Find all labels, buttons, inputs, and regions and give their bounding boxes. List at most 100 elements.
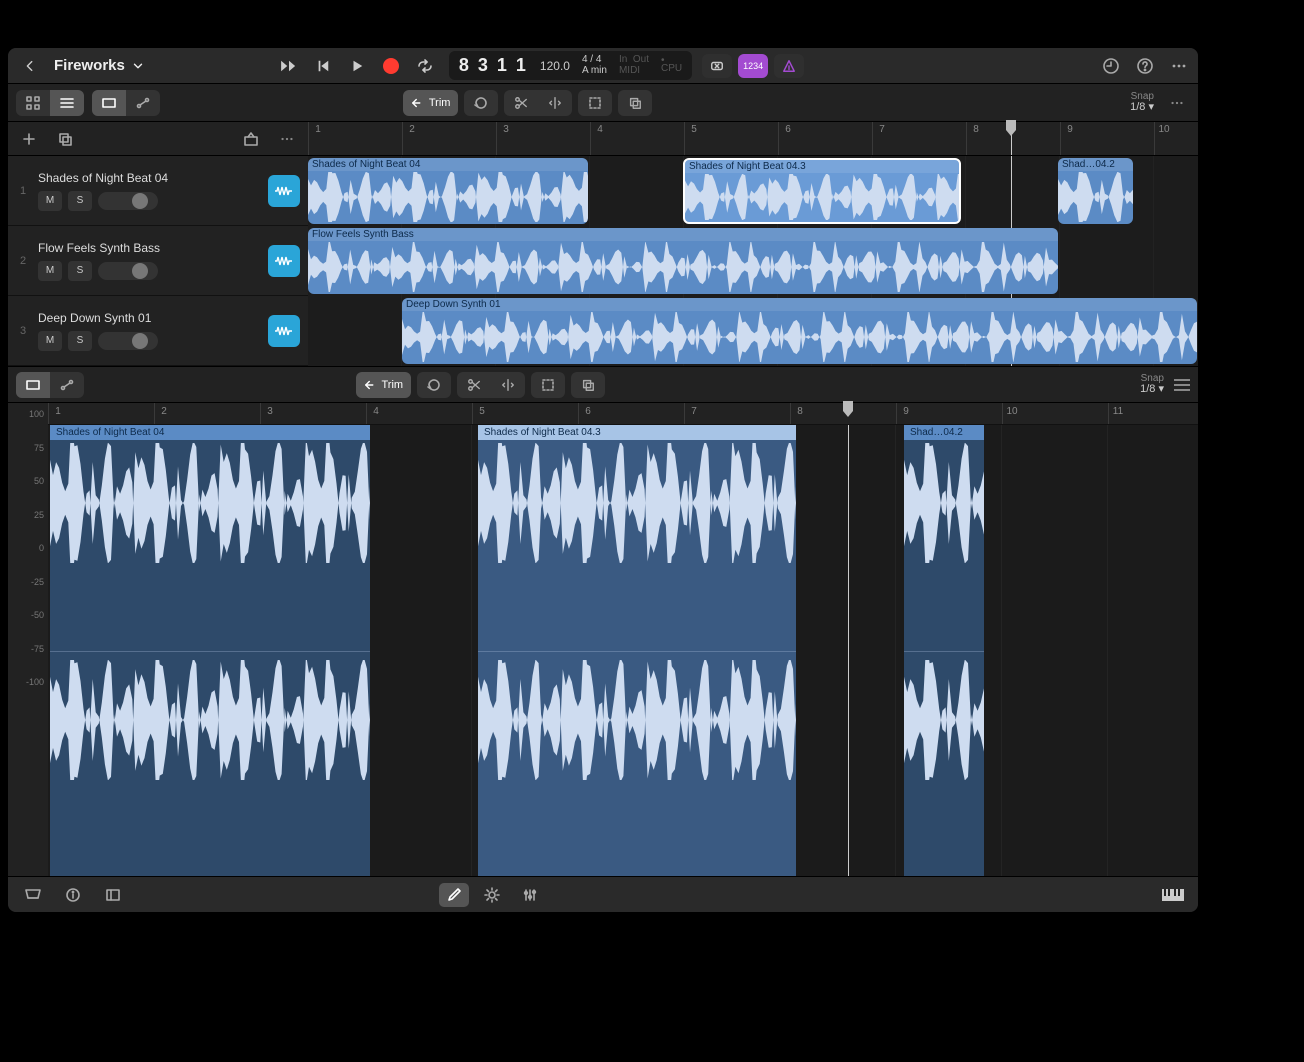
info-icon[interactable] [58, 883, 88, 907]
grid-view-button[interactable] [16, 90, 50, 116]
toolbar-row: Trim Snap 1/8 ▾ [8, 84, 1198, 122]
list-view-button[interactable] [50, 90, 84, 116]
editor-marker[interactable] [841, 401, 855, 419]
volume-slider[interactable] [98, 192, 158, 210]
track-type-icon [268, 245, 300, 277]
rewind-button[interactable] [309, 55, 337, 77]
mute-button[interactable]: M [38, 261, 62, 281]
editor-scissors-tool[interactable] [457, 372, 491, 398]
loop-tool[interactable] [464, 90, 498, 116]
editor-menu-icon[interactable] [1174, 379, 1190, 391]
tuner-button[interactable] [774, 54, 804, 78]
back-button[interactable] [16, 55, 44, 77]
solo-button[interactable]: S [68, 261, 92, 281]
editor-toolbar: Trim Snap 1/8 ▾ [8, 367, 1198, 403]
track-row[interactable]: 3 Deep Down Synth 01 MS [8, 296, 308, 366]
editor-marquee-tool[interactable] [531, 372, 565, 398]
history-icon[interactable] [1100, 55, 1122, 77]
help-icon[interactable] [1134, 55, 1156, 77]
keyboard-icon[interactable] [1158, 883, 1188, 907]
lcd-key: A min [582, 66, 607, 77]
solo-button[interactable]: S [68, 331, 92, 351]
pencil-button[interactable] [439, 883, 469, 907]
more-icon[interactable] [1168, 55, 1190, 77]
audio-editor: Trim Snap 1/8 ▾ 1007550250-25-50-75-10 [8, 366, 1198, 876]
split-tool[interactable] [538, 90, 572, 116]
count-in-button[interactable]: 1234 [738, 54, 768, 78]
marquee-tool[interactable] [578, 90, 612, 116]
editor-trim-tool[interactable]: Trim [356, 372, 412, 398]
track-name: Deep Down Synth 01 [38, 311, 260, 325]
editor-playhead [848, 425, 849, 876]
arrange-more-icon[interactable] [1164, 90, 1190, 116]
editor-ruler[interactable]: 1234567891011 [48, 403, 1198, 425]
transport-controls [275, 55, 439, 77]
panels-icon[interactable] [98, 883, 128, 907]
add-track-button[interactable] [16, 126, 42, 152]
editor-scale: 1007550250-25-50-75-100 [8, 403, 48, 876]
track-row[interactable]: 1 Shades of Night Beat 04 MS [8, 156, 308, 226]
scissors-tool[interactable] [504, 90, 538, 116]
editor-audio-clip[interactable]: Shades of Night Beat 04 [50, 425, 370, 876]
editor-audio-clip[interactable]: Shad…04.2 [904, 425, 984, 876]
audio-region[interactable]: Shades of Night Beat 04.3 [683, 158, 961, 224]
audio-region[interactable]: Flow Feels Synth Bass [308, 228, 1058, 294]
editor-split-tool[interactable] [491, 372, 525, 398]
lcd-tempo: 120.0 [540, 59, 570, 73]
track-number: 3 [16, 325, 30, 337]
editor-audio-clip[interactable]: Shades of Night Beat 04.3 [478, 425, 796, 876]
top-bar: Fireworks 8 3 1 1 120.0 4 / 4 A [8, 48, 1198, 84]
view-segment-right [92, 90, 160, 116]
track-row[interactable]: 2Flow Feels Synth BassMS [8, 226, 308, 296]
editor-region-view[interactable] [16, 372, 50, 398]
lcd-display[interactable]: 8 3 1 1 120.0 4 / 4 A min In Out MIDI • … [449, 51, 692, 80]
duplicate-track-button[interactable] [52, 126, 78, 152]
audio-region[interactable]: Deep Down Synth 01 [402, 298, 1197, 364]
mute-button[interactable]: M [38, 191, 62, 211]
cycle-button[interactable] [411, 55, 439, 77]
editor-loop-tool[interactable] [417, 372, 451, 398]
project-title-text: Fireworks [54, 57, 125, 74]
close-circle-button[interactable] [702, 54, 732, 78]
automation-view-button[interactable] [126, 90, 160, 116]
editor-copy-tool[interactable] [571, 372, 605, 398]
project-title[interactable]: Fireworks [54, 57, 145, 74]
arrange-marker[interactable] [1004, 120, 1018, 138]
inbox-icon[interactable] [18, 883, 48, 907]
region-name: Shades of Night Beat 04 [308, 158, 588, 171]
track-type-icon [268, 175, 300, 207]
play-button[interactable] [343, 55, 371, 77]
snap-control[interactable]: Snap 1/8 ▾ [1130, 90, 1190, 116]
gear-sun-icon[interactable] [477, 883, 507, 907]
import-button[interactable] [238, 126, 264, 152]
track-header-row: 12345678910 [8, 122, 1198, 156]
region-name: Flow Feels Synth Bass [308, 228, 1058, 241]
editor-automation-view[interactable] [50, 372, 84, 398]
copy-tool[interactable] [618, 90, 652, 116]
volume-slider[interactable] [98, 262, 158, 280]
track-list: 1Shades of Night Beat 04MS2Flow Feels Sy… [8, 156, 308, 366]
sliders-icon[interactable] [515, 883, 545, 907]
track-name: Shades of Night Beat 04 [38, 171, 260, 185]
track-number: 1 [16, 185, 30, 197]
region-name: Deep Down Synth 01 [402, 298, 1197, 311]
editor-tools: Trim [356, 372, 606, 398]
region-view-button[interactable] [92, 90, 126, 116]
track-more-icon[interactable] [274, 126, 300, 152]
volume-slider[interactable] [98, 332, 158, 350]
trim-tool[interactable]: Trim [403, 90, 459, 116]
audio-region[interactable]: Shades of Night Beat 04 [308, 158, 588, 224]
editor-snap[interactable]: Snap 1/8 ▾ [1140, 374, 1190, 395]
region-canvas[interactable]: Shades of Night Beat 04 Shades of Night B… [308, 156, 1198, 366]
fast-forward-button[interactable] [275, 55, 303, 77]
editor-pane: 1007550250-25-50-75-100 1234567891011 Sh… [8, 403, 1198, 876]
record-button[interactable] [377, 55, 405, 77]
mode-pills: 1234 [702, 54, 804, 78]
audio-region[interactable]: Shad…04.2 [1058, 158, 1133, 224]
clip-name: Shades of Night Beat 04 [50, 425, 370, 440]
solo-button[interactable]: S [68, 191, 92, 211]
mute-button[interactable]: M [38, 331, 62, 351]
bottom-mid [439, 883, 545, 907]
arrange-ruler[interactable]: 12345678910 [308, 122, 1198, 155]
editor-canvas[interactable]: Shades of Night Beat 04 Shades of Night B… [48, 425, 1198, 876]
